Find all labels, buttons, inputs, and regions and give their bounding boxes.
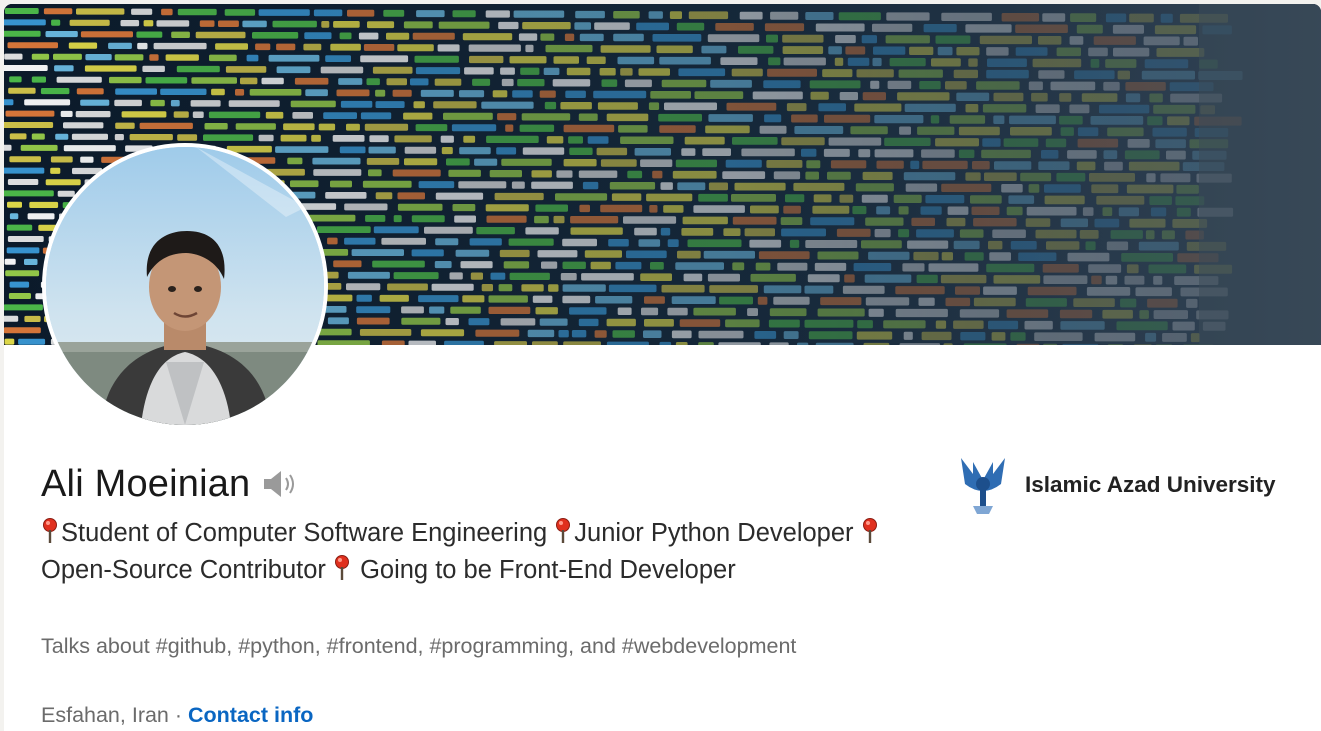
- profile-photo[interactable]: [42, 143, 328, 429]
- profile-headline: Student of Computer Software Engineering…: [41, 515, 881, 589]
- headline-segment: Open-Source Contributor: [41, 556, 333, 584]
- contact-info-link[interactable]: Contact info: [188, 703, 313, 727]
- headline-segment: Going to be Front-End Developer: [352, 556, 736, 584]
- university-logo-icon: [961, 458, 1005, 514]
- university-name: Islamic Azad University: [1025, 472, 1276, 497]
- pushpin-icon: [861, 518, 879, 544]
- headline-segment: Student of Computer Software Engineering: [61, 519, 555, 547]
- profile-card: Ali Moeinian Student of Computer Softwar…: [4, 4, 1321, 731]
- profile-photo-image: [46, 147, 324, 425]
- separator-dot: ·: [168, 703, 188, 727]
- name-row: Ali Moeinian: [41, 460, 302, 508]
- headline-segment: Junior Python Developer: [574, 519, 861, 547]
- talks-about: Talks about #github, #python, #frontend,…: [41, 634, 797, 658]
- speaker-icon[interactable]: [262, 467, 302, 501]
- location: Esfahan, Iran: [41, 703, 169, 727]
- pushpin-icon: [554, 518, 572, 544]
- pushpin-icon: [41, 518, 59, 544]
- profile-name: Ali Moeinian: [41, 462, 251, 505]
- education-entry[interactable]: Islamic Azad University: [959, 454, 1276, 516]
- location-row: Esfahan, Iran · Contact info: [41, 700, 313, 730]
- pushpin-icon: [333, 555, 351, 581]
